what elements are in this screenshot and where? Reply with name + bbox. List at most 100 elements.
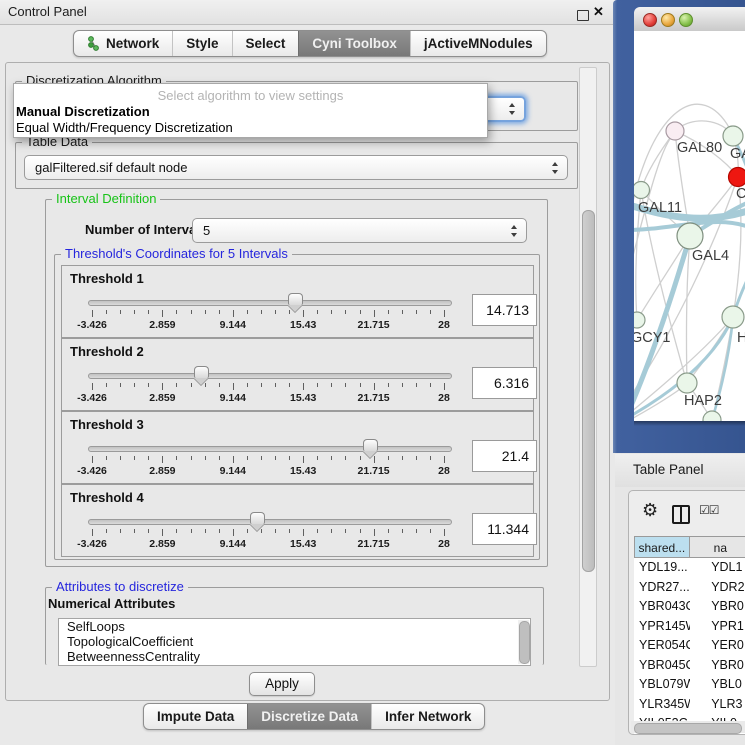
slider-tick — [289, 456, 290, 460]
table-row[interactable]: YBR045CYBR0 — [634, 656, 745, 676]
tab-infer-network[interactable]: Infer Network — [371, 704, 484, 729]
table-row[interactable]: YPR145WYPR1 — [634, 617, 745, 637]
network-node-gcy1[interactable] — [634, 312, 645, 328]
table-row[interactable]: YBL079WYBL0 — [634, 675, 745, 695]
table-hscrollbar[interactable] — [631, 721, 745, 733]
slider-tick — [345, 383, 346, 387]
main-scrollbar-thumb[interactable] — [582, 210, 595, 572]
gear-icon[interactable]: ⚙ — [642, 500, 658, 521]
split-columns-icon[interactable] — [672, 505, 690, 524]
network-node-label: GCY1 — [634, 330, 671, 346]
network-node-gal11[interactable] — [634, 182, 650, 199]
tab-network[interactable]: Network — [74, 31, 172, 56]
network-node-gal4[interactable] — [677, 223, 703, 249]
threshold-value-field[interactable]: 11.344 — [472, 513, 537, 545]
numerical-attributes-list[interactable]: SelfLoopsTopologicalCoefficientBetweenne… — [58, 618, 531, 666]
slider-track[interactable] — [88, 519, 452, 525]
slider-tick — [120, 310, 121, 314]
traffic-close-icon[interactable] — [643, 13, 657, 27]
network-node-gal80[interactable] — [666, 122, 684, 140]
slider-tick — [303, 310, 304, 317]
attribute-item[interactable]: SelfLoops — [59, 619, 530, 634]
network-node-h-node[interactable] — [722, 306, 744, 328]
threshold-value-field[interactable]: 6.316 — [472, 367, 537, 399]
main-scrollbar[interactable] — [579, 67, 597, 667]
thresholds-group: Threshold's Coordinates for 5 Intervals … — [54, 254, 540, 560]
threshold-label: Threshold 3 — [70, 417, 144, 432]
slider-thumb[interactable] — [194, 366, 209, 385]
table-column-header[interactable]: shared... — [634, 536, 690, 558]
slider-tick — [360, 383, 361, 387]
slider-tick — [205, 456, 206, 460]
threshold-slider[interactable]: -3.4262.8599.14415.4321.71528 — [88, 442, 452, 480]
slider-track[interactable] — [88, 446, 452, 452]
tab-jactivemnodules[interactable]: jActiveMNodules — [410, 31, 546, 56]
table-row[interactable]: YBR043CYBR0 — [634, 597, 745, 617]
slider-tick — [261, 383, 262, 387]
network-node-red-node[interactable] — [729, 168, 745, 187]
traffic-minimize-icon[interactable] — [661, 13, 675, 27]
slider-tick — [388, 310, 389, 314]
network-window-titlebar[interactable] — [634, 7, 745, 32]
table-cell: YLR3 — [690, 695, 745, 715]
tab-impute-data[interactable]: Impute Data — [144, 704, 247, 729]
slider-tick — [148, 310, 149, 314]
float-window-icon[interactable] — [577, 10, 589, 21]
tab-style[interactable]: Style — [172, 31, 231, 56]
slider-tick — [162, 310, 163, 317]
threshold-value-field[interactable]: 14.713 — [472, 294, 537, 326]
table-data-group: Table Data galFiltered.sif default node — [15, 142, 578, 189]
table-cell: YBL0 — [690, 675, 745, 695]
threshold-value-field[interactable]: 21.4 — [472, 440, 537, 472]
slider-tick — [247, 383, 248, 387]
tab-label: jActiveMNodules — [424, 36, 533, 51]
attribute-item[interactable]: BetweennessCentrality — [59, 649, 530, 664]
slider-track[interactable] — [88, 373, 452, 379]
threshold-slider[interactable]: -3.4262.8599.14415.4321.71528 — [88, 296, 452, 334]
network-canvas[interactable]: GAL80GACGAL11GAL4GCY1HAHAP2 — [634, 31, 745, 421]
slider-thumb[interactable] — [288, 293, 303, 312]
slider-tick-label: 2.859 — [149, 319, 175, 331]
tab-select[interactable]: Select — [232, 31, 299, 56]
slider-tick — [120, 383, 121, 387]
slider-tick-label: 2.859 — [149, 465, 175, 477]
table-data-combo[interactable]: galFiltered.sif default node — [24, 155, 568, 180]
network-node-bottom-node[interactable] — [703, 411, 721, 421]
threshold-slider[interactable]: -3.4262.8599.14415.4321.71528 — [88, 369, 452, 407]
algorithm-option[interactable]: Manual Discretization — [14, 104, 487, 120]
table-hscrollbar-thumb[interactable] — [634, 723, 742, 734]
attributes-scrollbar[interactable] — [518, 620, 529, 664]
threshold-panel: Threshold 3 -3.4262.8599.14415.4321.71528… — [61, 411, 534, 484]
attributes-scrollbar-thumb[interactable] — [519, 621, 530, 664]
slider-thumb[interactable] — [363, 439, 378, 458]
slider-tick — [416, 456, 417, 460]
table-column-header[interactable]: na — [690, 536, 745, 558]
network-node-top-right[interactable] — [723, 126, 743, 146]
tab-discretize-data[interactable]: Discretize Data — [247, 704, 371, 729]
algorithm-option[interactable]: Equal Width/Frequency Discretization — [14, 120, 487, 136]
slider-tick — [360, 456, 361, 460]
slider-tick — [275, 456, 276, 460]
numerical-attributes-label: Numerical Attributes — [48, 596, 175, 611]
checkboxes-icon[interactable]: ☑☑ — [699, 503, 719, 517]
close-icon[interactable]: ✕ — [593, 4, 604, 20]
tab-cyni-toolbox[interactable]: Cyni Toolbox — [298, 31, 410, 56]
table-row[interactable]: YDR27...YDR2 — [634, 578, 745, 598]
table-row[interactable]: YDL19...YDL1 — [634, 558, 745, 578]
threshold-slider[interactable]: -3.4262.8599.14415.4321.71528 — [88, 515, 452, 553]
slider-tick — [374, 310, 375, 317]
table-row[interactable]: YER054CYER0 — [634, 636, 745, 656]
network-node-hap2[interactable] — [677, 373, 697, 393]
apply-button[interactable]: Apply — [249, 672, 315, 696]
threshold-label: Threshold 1 — [70, 271, 144, 286]
num-intervals-combo[interactable]: 5 — [192, 218, 527, 243]
attribute-item[interactable]: TopologicalCoefficient — [59, 634, 530, 649]
slider-tick — [92, 310, 93, 317]
slider-tick — [402, 456, 403, 460]
traffic-zoom-icon[interactable] — [679, 13, 693, 27]
slider-track[interactable] — [88, 300, 452, 306]
table-cell: YDL19... — [634, 558, 690, 578]
slider-tick — [120, 529, 121, 533]
table-row[interactable]: YLR345WYLR3 — [634, 695, 745, 715]
slider-thumb[interactable] — [250, 512, 265, 531]
